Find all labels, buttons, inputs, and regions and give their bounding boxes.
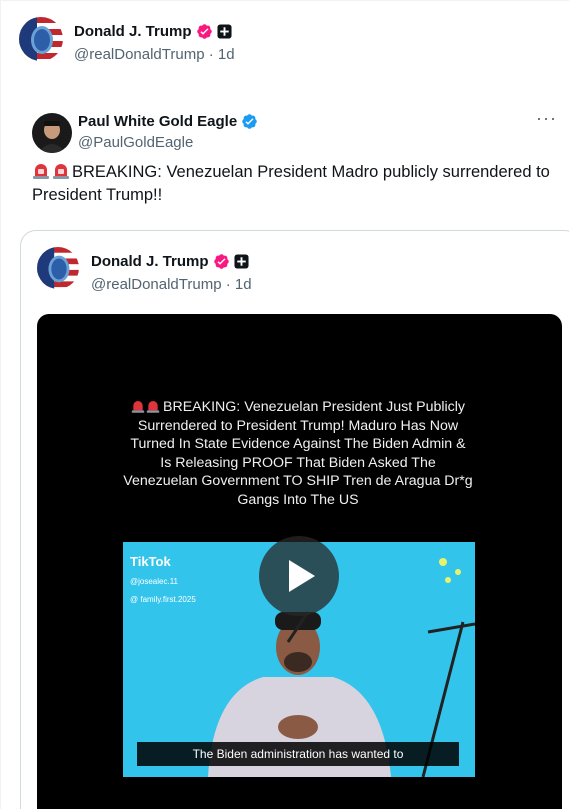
play-icon [289,560,315,592]
separator-dot: · [225,276,235,293]
separator-dot: · [208,46,218,63]
siren-icon [33,164,49,179]
affiliate-badge-icon [216,23,232,39]
inner-author-handle[interactable]: @realDonaldTrump [91,276,222,293]
video-caption-text: BREAKING: Venezuelan President Just Publ… [123,399,473,508]
verified-check-icon [196,23,212,39]
tweet-body: BREAKING: Venezuelan President Madro pub… [32,163,550,204]
quote-author-name[interactable]: Paul White Gold Eagle [78,113,237,130]
author-name[interactable]: Donald J. Trump [74,23,192,40]
siren-icon [146,401,160,413]
avatar[interactable] [32,113,72,153]
inner-tweet-time[interactable]: 1d [235,276,252,293]
quote-author-header: Paul White Gold Eagle @PaulGoldEagle [32,113,258,153]
siren-icon [131,401,145,413]
tiktok-username: @josealec.11 [130,577,178,586]
tweet-card[interactable]: Donald J. Trump @realDonaldTrump · 1d Pa… [0,0,569,809]
tweet-header: Donald J. Trump @realDonaldTrump · 1d [19,17,235,63]
more-options-icon[interactable]: ··· [536,109,557,127]
video-caption: BREAKING: Venezuelan President Just Publ… [123,398,473,509]
inner-author-name[interactable]: Donald J. Trump [91,253,209,270]
affiliate-badge-icon [233,253,249,269]
play-button[interactable] [259,536,339,616]
siren-icon [53,164,69,179]
tiktok-username: @ family.first.2025 [130,595,196,604]
avatar[interactable] [19,17,63,61]
quote-author-handle[interactable]: @PaulGoldEagle [78,134,193,151]
verified-check-icon [213,253,229,269]
author-handle[interactable]: @realDonaldTrump [74,46,205,63]
video-subtitle: The Biden administration has wanted to [137,742,459,766]
tiktok-watermark: TikTok [130,554,171,569]
quoted-tweet-card[interactable]: Donald J. Trump @realDonaldTrump · 1d BR… [20,230,569,809]
verified-check-icon [242,113,257,129]
avatar[interactable] [37,247,79,289]
tweet-text: BREAKING: Venezuelan President Madro pub… [32,161,557,207]
tweet-time[interactable]: 1d [218,46,235,63]
video-player[interactable]: BREAKING: Venezuelan President Just Publ… [37,314,562,809]
inner-tweet-header: Donald J. Trump @realDonaldTrump · 1d [37,247,252,293]
